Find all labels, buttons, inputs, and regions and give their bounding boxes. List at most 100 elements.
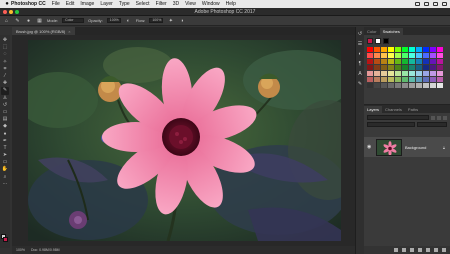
swatch-cell[interactable] xyxy=(388,77,394,82)
swatch-cell[interactable] xyxy=(437,71,443,76)
swatch-cell[interactable] xyxy=(374,47,380,52)
swatch-cell[interactable] xyxy=(395,53,401,58)
swatch-cell[interactable] xyxy=(409,47,415,52)
airbrush-icon[interactable]: ✦ xyxy=(167,17,174,24)
swatch-cell[interactable] xyxy=(388,83,394,88)
menu-filter[interactable]: Filter xyxy=(156,1,167,7)
swatch-cell[interactable] xyxy=(381,71,387,76)
path-select-tool-icon[interactable]: ➤ xyxy=(1,152,9,159)
swatch-cell[interactable] xyxy=(395,71,401,76)
adjustment-layer-icon[interactable] xyxy=(418,248,422,252)
swatch-cell[interactable] xyxy=(409,59,415,64)
menu-app[interactable]: Photoshop CC xyxy=(11,1,46,7)
swatch-cell[interactable] xyxy=(423,53,429,58)
properties-icon[interactable]: ☰ xyxy=(357,41,363,47)
swatch-cell[interactable] xyxy=(395,83,401,88)
hand-tool-icon[interactable]: ✋ xyxy=(1,166,9,173)
tab-paths[interactable]: Paths xyxy=(405,106,421,113)
marquee-tool-icon[interactable]: ⬚ xyxy=(1,44,9,51)
type-tool-icon[interactable]: T xyxy=(1,145,9,152)
swatch-cell[interactable] xyxy=(423,65,429,70)
swatch-cell[interactable] xyxy=(416,77,422,82)
swatch-cell[interactable] xyxy=(437,77,443,82)
swatch-cell[interactable] xyxy=(430,47,436,52)
clone-stamp-tool-icon[interactable]: ♙ xyxy=(1,95,9,102)
swatch-cell[interactable] xyxy=(430,83,436,88)
swatch-cell[interactable] xyxy=(402,71,408,76)
zoom-level[interactable]: 100% xyxy=(16,248,25,252)
swatch-cell[interactable] xyxy=(423,77,429,82)
close-tab-icon[interactable]: × xyxy=(68,29,70,34)
swatch-cell[interactable] xyxy=(423,71,429,76)
swatch-cell[interactable] xyxy=(416,53,422,58)
menu-layer[interactable]: Layer xyxy=(100,1,113,7)
swatch-cell[interactable] xyxy=(395,65,401,70)
swatch-cell[interactable] xyxy=(437,83,443,88)
swatch-cell[interactable] xyxy=(402,83,408,88)
brush-preset-icon[interactable]: ✎ xyxy=(14,17,21,24)
swatch-cell[interactable] xyxy=(395,47,401,52)
swatch-cell[interactable] xyxy=(416,59,422,64)
swatch-cell[interactable] xyxy=(367,59,373,64)
zoom-tool-icon[interactable]: ⌕ xyxy=(1,174,9,181)
layer-style-icon[interactable] xyxy=(402,248,406,252)
more-tools-icon[interactable]: ⋯ xyxy=(1,181,9,188)
swatch-cell[interactable] xyxy=(381,77,387,82)
minimize-window-icon[interactable] xyxy=(9,10,13,14)
opacity-field[interactable]: 100% xyxy=(106,18,121,23)
pressure-size-icon[interactable]: ◑ xyxy=(178,17,185,24)
swatch-cell[interactable] xyxy=(430,65,436,70)
swatch-cell[interactable] xyxy=(367,71,373,76)
search-icon[interactable] xyxy=(433,2,438,6)
brush-size-icon[interactable]: ● xyxy=(25,17,32,24)
home-icon[interactable]: ⌂ xyxy=(3,17,10,24)
swatch-cell[interactable] xyxy=(437,47,443,52)
flow-field[interactable]: 100% xyxy=(149,18,164,23)
swatch-cell[interactable] xyxy=(374,65,380,70)
swatch-recent[interactable] xyxy=(375,38,381,44)
swatch-cell[interactable] xyxy=(416,71,422,76)
brushes-icon[interactable]: ✎ xyxy=(357,81,363,87)
tab-layers[interactable]: Layers xyxy=(364,106,383,113)
menu-image[interactable]: Image xyxy=(80,1,94,7)
tab-color[interactable]: Color xyxy=(364,28,380,35)
swatch-cell[interactable] xyxy=(423,47,429,52)
brush-tool-icon[interactable]: ✎ xyxy=(1,87,9,95)
swatch-cell[interactable] xyxy=(430,77,436,82)
swatch-cell[interactable] xyxy=(388,53,394,58)
swatch-cell[interactable] xyxy=(416,47,422,52)
swatch-cell[interactable] xyxy=(430,53,436,58)
eyedropper-tool-icon[interactable]: ⁄ xyxy=(1,73,9,80)
swatch-cell[interactable] xyxy=(409,77,415,82)
link-layers-icon[interactable] xyxy=(394,248,398,252)
quick-select-tool-icon[interactable]: ✧ xyxy=(1,59,9,66)
adjustments-icon[interactable]: ◐ xyxy=(357,51,363,57)
trash-icon[interactable] xyxy=(442,248,446,252)
menu-view[interactable]: View xyxy=(185,1,196,7)
blend-mode-select[interactable] xyxy=(367,122,416,127)
swatch-cell[interactable] xyxy=(437,65,443,70)
swatch-cell[interactable] xyxy=(388,47,394,52)
swatch-cell[interactable] xyxy=(381,83,387,88)
filter-type-icon[interactable] xyxy=(443,115,447,120)
swatch-cell[interactable] xyxy=(388,71,394,76)
new-group-icon[interactable] xyxy=(426,248,430,252)
add-mask-icon[interactable] xyxy=(410,248,414,252)
swatch-cell[interactable] xyxy=(409,65,415,70)
zoom-window-icon[interactable] xyxy=(15,10,19,14)
gradient-tool-icon[interactable]: ▤ xyxy=(1,116,9,123)
swatch-cell[interactable] xyxy=(388,65,394,70)
new-layer-icon[interactable] xyxy=(434,248,438,252)
menu-select[interactable]: Select xyxy=(136,1,150,7)
swatch-cell[interactable] xyxy=(423,59,429,64)
swatch-cell[interactable] xyxy=(374,59,380,64)
swatch-cell[interactable] xyxy=(437,53,443,58)
menu-file[interactable]: File xyxy=(52,1,60,7)
swatch-cell[interactable] xyxy=(416,65,422,70)
swatch-cell[interactable] xyxy=(402,77,408,82)
swatch-cell[interactable] xyxy=(374,53,380,58)
swatch-cell[interactable] xyxy=(409,71,415,76)
healing-tool-icon[interactable]: ✚ xyxy=(1,80,9,87)
swatch-cell[interactable] xyxy=(409,83,415,88)
brush-panel-icon[interactable]: ▦ xyxy=(36,17,43,24)
